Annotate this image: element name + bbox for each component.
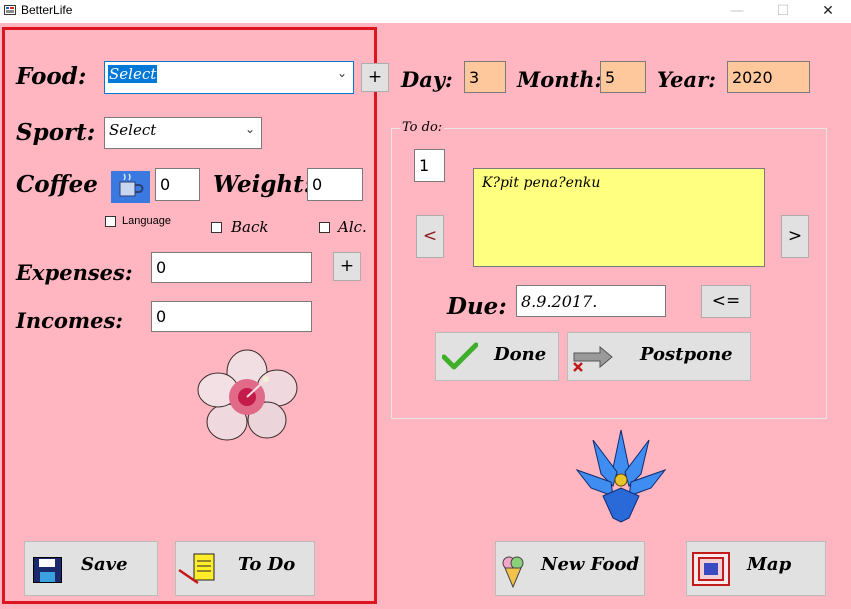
due-date-input[interactable] — [516, 285, 666, 317]
floppy-disk-icon — [33, 557, 62, 583]
back-checkbox[interactable] — [211, 222, 222, 233]
sport-select[interactable]: Select ⌄ — [104, 117, 262, 149]
app-icon — [4, 5, 16, 15]
expenses-label: Expenses: — [16, 260, 133, 285]
month-input[interactable] — [600, 61, 646, 93]
day-label: Day: — [401, 67, 453, 92]
add-expense-button[interactable]: + — [333, 252, 361, 281]
coffee-label: Coffee — [16, 171, 98, 198]
food-select-value: Select — [108, 65, 158, 83]
todo-note-text[interactable]: K?pit pena?enku — [473, 168, 765, 267]
weight-label: Weight: — [213, 171, 313, 198]
set-due-button[interactable]: <= — [701, 285, 751, 318]
todo-index-input[interactable] — [414, 149, 445, 182]
sport-select-value: Select — [109, 121, 157, 139]
todo-button[interactable]: To Do — [175, 541, 315, 596]
postpone-arrow-icon — [573, 345, 613, 372]
sport-label: Sport: — [16, 119, 96, 146]
language-checkbox[interactable] — [105, 216, 116, 227]
alc-checkbox[interactable] — [319, 222, 330, 233]
lotus-flower-image — [575, 429, 667, 523]
map-icon — [692, 552, 730, 586]
prev-todo-button[interactable]: < — [416, 215, 444, 258]
close-button[interactable]: ✕ — [805, 0, 851, 23]
map-button[interactable]: Map — [686, 541, 826, 596]
maximize-button[interactable]: ☐ — [760, 0, 806, 23]
year-input[interactable] — [727, 61, 810, 93]
incomes-label: Incomes: — [16, 308, 124, 333]
year-label: Year: — [657, 67, 716, 92]
todo-legend: To do: — [400, 120, 445, 135]
window-title: BetterLife — [21, 3, 73, 17]
language-checkbox-label: Language — [122, 215, 171, 227]
month-label: Month: — [517, 67, 603, 92]
new-food-button[interactable]: New Food — [495, 541, 645, 596]
notepad-icon — [178, 553, 215, 585]
coffee-cup-icon[interactable] — [111, 171, 150, 203]
add-food-button[interactable]: + — [361, 63, 389, 92]
ice-cream-icon — [502, 556, 524, 588]
checkmark-icon — [442, 342, 478, 370]
due-label: Due: — [447, 293, 507, 320]
chevron-down-icon: ⌄ — [336, 66, 347, 80]
done-button[interactable]: Done — [435, 332, 559, 381]
food-label: Food: — [16, 63, 87, 90]
chevron-down-icon: ⌄ — [244, 122, 255, 136]
minimize-button[interactable]: — — [714, 0, 760, 23]
expenses-input[interactable] — [151, 252, 312, 283]
back-checkbox-label: Back — [231, 218, 269, 236]
incomes-input[interactable] — [151, 301, 312, 332]
weight-input[interactable] — [307, 168, 363, 201]
day-input[interactable] — [464, 61, 506, 93]
postpone-button[interactable]: Postpone — [567, 332, 751, 381]
hibiscus-flower-image — [197, 349, 298, 441]
food-select[interactable]: Select ⌄ — [104, 61, 354, 94]
coffee-input[interactable] — [155, 168, 200, 201]
next-todo-button[interactable]: > — [781, 215, 809, 258]
title-bar: BetterLife — ☐ ✕ — [0, 0, 851, 23]
save-button[interactable]: Save — [24, 541, 158, 596]
alc-checkbox-label: Alc. — [338, 218, 367, 236]
